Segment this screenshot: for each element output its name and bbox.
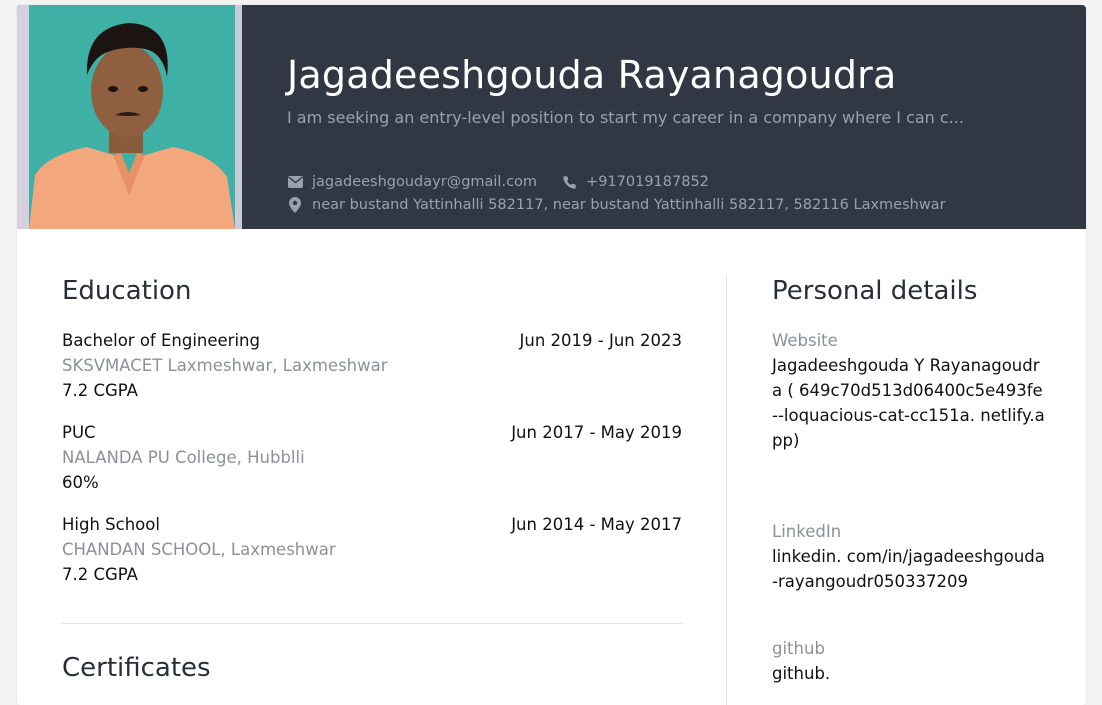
phone-icon [561,174,577,190]
column-divider [726,275,727,705]
github-detail: github github. [772,636,1047,686]
email-link[interactable]: jagadeeshgoudayr@gmail.com [312,174,537,190]
date-range: Jun 2017 - May 2019 [511,423,682,442]
website-link[interactable]: Jagadeeshgouda Y Rayanagoudra ( 649c70d5… [772,353,1047,453]
resume-card: Jagadeeshgouda Rayanagoudra I am seeking… [17,5,1086,705]
education-item: PUC Jun 2017 - May 2019 NALANDA PU Colle… [62,420,682,495]
date-range: Jun 2014 - May 2017 [511,515,682,534]
linkedin-link[interactable]: linkedin. com/in/jagadeeshgouda-rayangou… [772,544,1047,594]
phone-link[interactable]: +917019187852 [586,174,709,190]
website-detail: Website Jagadeeshgouda Y Rayanagoudra ( … [772,328,1047,453]
envelope-icon [287,174,303,190]
grade: 7.2 CGPA [62,381,138,400]
career-summary: I am seeking an entry-level position to … [287,108,964,127]
linkedin-label: LinkedIn [772,522,842,541]
github-link[interactable]: github. [772,661,1047,686]
date-range: Jun 2019 - Jun 2023 [519,331,682,350]
address-row: near bustand Yattinhalli 582117, near bu… [287,197,946,213]
education-item: High School Jun 2014 - May 2017 CHANDAN … [62,512,682,587]
github-label: github [772,639,825,658]
section-divider [62,623,682,624]
personal-details-title: Personal details [772,276,978,306]
school: NALANDA PU College, Hubblli [62,448,305,467]
school: SKSVMACET Laxmeshwar, Laxmeshwar [62,356,388,375]
website-label: Website [772,331,838,350]
candidate-name: Jagadeeshgouda Rayanagoudra [287,53,897,97]
contact-row: jagadeeshgoudayr@gmail.com +917019187852 [287,174,709,190]
certificates-title: Certificates [62,653,211,683]
grade: 60% [62,473,99,492]
address-text: near bustand Yattinhalli 582117, near bu… [312,197,946,213]
linkedin-detail: LinkedIn linkedin. com/in/jagadeeshgouda… [772,519,1047,594]
profile-photo [17,5,242,229]
map-pin-icon [287,197,303,213]
education-title: Education [62,276,192,306]
education-item: Bachelor of Engineering Jun 2019 - Jun 2… [62,328,682,403]
resume-header: Jagadeeshgouda Rayanagoudra I am seeking… [17,5,1086,229]
grade: 7.2 CGPA [62,565,138,584]
school: CHANDAN SCHOOL, Laxmeshwar [62,540,336,559]
